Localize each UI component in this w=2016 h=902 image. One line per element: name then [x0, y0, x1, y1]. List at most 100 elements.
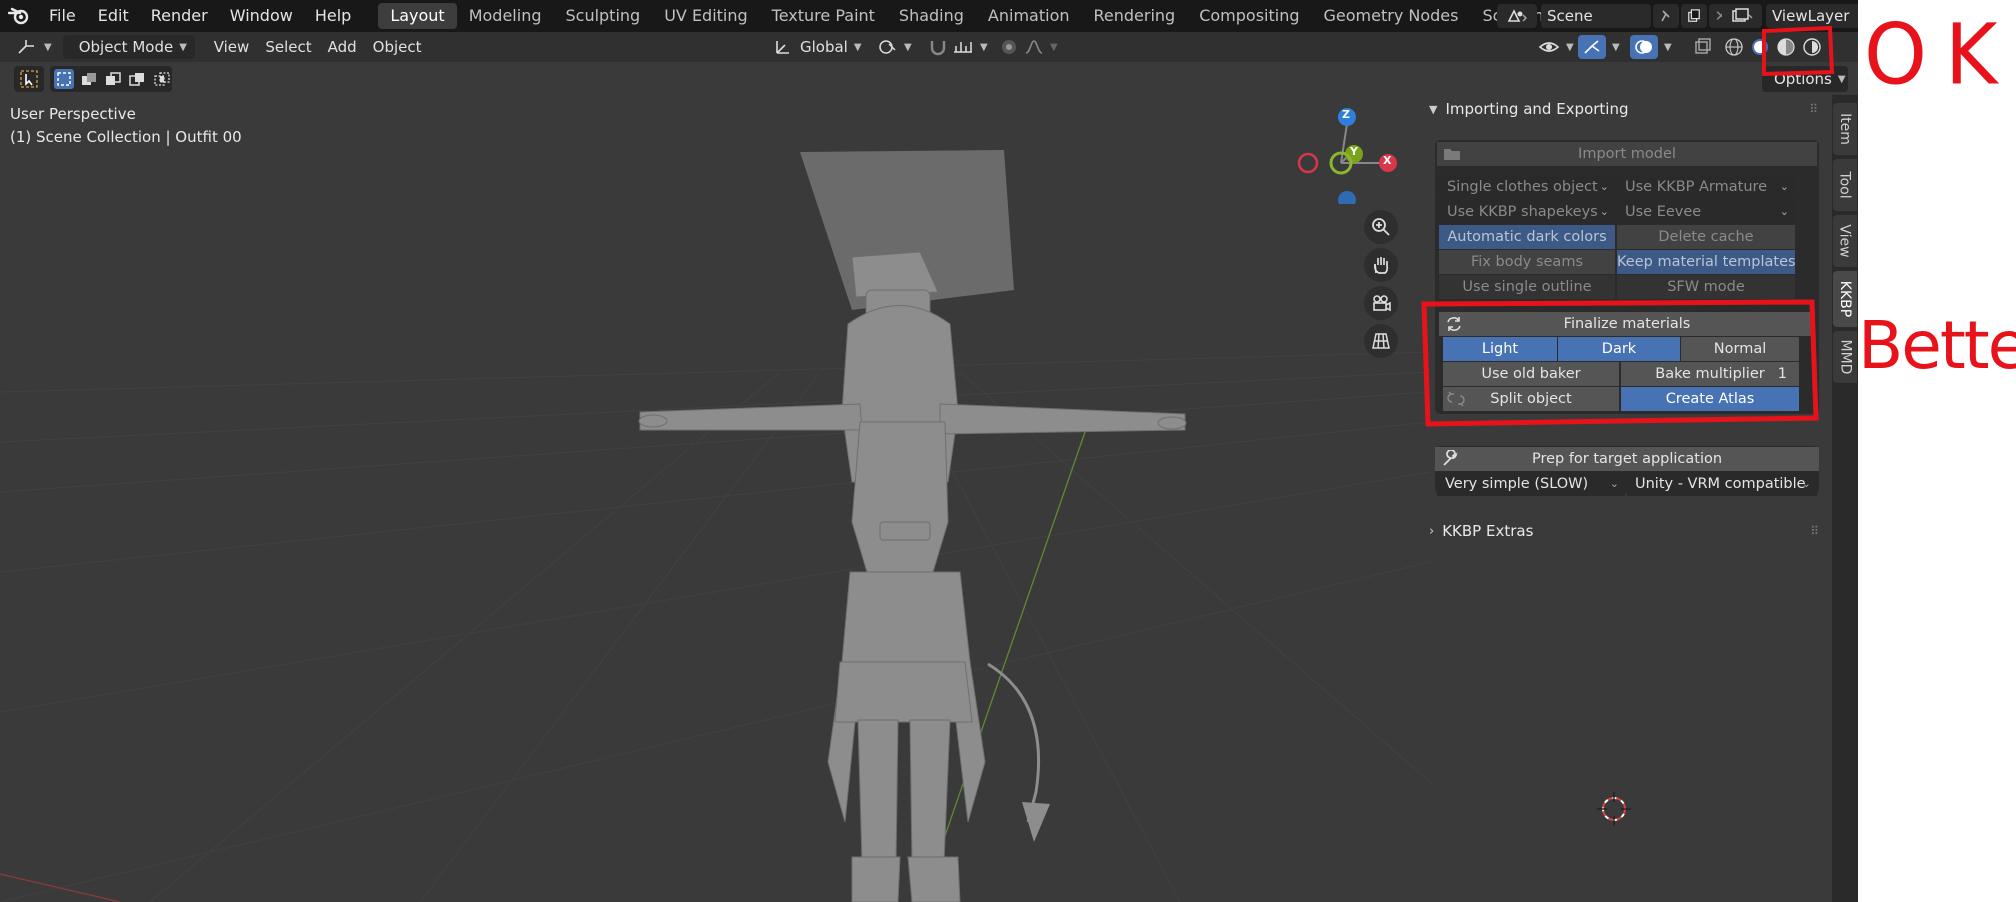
delete-cache-toggle[interactable]: Delete cache — [1617, 225, 1795, 249]
tab-rendering[interactable]: Rendering — [1082, 3, 1188, 29]
pin-icon[interactable] — [1653, 4, 1679, 28]
tab-uv-editing[interactable]: UV Editing — [652, 3, 759, 29]
shading-wireframe[interactable] — [1720, 35, 1748, 59]
overlays-dropdown[interactable]: ▼ — [1660, 35, 1676, 59]
sidebar-panel: ▼ Importing and Exporting ⠿ Import model… — [1425, 95, 1831, 902]
menu-view[interactable]: View — [206, 35, 258, 59]
finalize-materials-label: Finalize materials — [1563, 316, 1691, 332]
viewport-header: ▼ Object Mode ▼ View Select Add Object G… — [0, 32, 1858, 62]
menu-add[interactable]: Add — [320, 35, 365, 59]
tab-mmd[interactable]: MMD — [1833, 331, 1857, 383]
editor-type-button[interactable]: ▼ — [8, 35, 60, 59]
use-single-outline-toggle[interactable]: Use single outline — [1439, 275, 1615, 299]
import-model-label: Import model — [1578, 146, 1676, 162]
select-new-icon[interactable] — [54, 69, 75, 89]
tab-tool[interactable]: Tool — [1833, 159, 1857, 211]
refresh-icon — [1447, 317, 1461, 331]
use-eevee-dropdown[interactable]: Use Eevee ⌄ — [1617, 200, 1795, 224]
gizmo-toggle[interactable] — [1578, 35, 1606, 59]
tab-compositing[interactable]: Compositing — [1187, 3, 1311, 29]
xray-toggle[interactable] — [1690, 35, 1716, 59]
shading-material-preview[interactable] — [1772, 35, 1800, 59]
mode-dropdown[interactable]: Object Mode ▼ — [62, 35, 195, 59]
prep-mode-dropdown[interactable]: Very simple (SLOW) ⌄ — [1437, 472, 1625, 496]
mode-label: Object Mode — [78, 38, 174, 56]
overlays-toggle[interactable] — [1630, 35, 1658, 59]
menu-window[interactable]: Window — [219, 0, 304, 32]
tab-item[interactable]: Item — [1833, 103, 1857, 155]
snap-target-dropdown[interactable]: ▼ — [944, 35, 996, 59]
pivot-dropdown[interactable]: ▼ — [870, 35, 920, 59]
visibility-dropdown[interactable]: ▼ — [1530, 35, 1582, 59]
projection-toggle-button[interactable] — [1364, 324, 1398, 358]
select-invert-icon[interactable] — [127, 69, 147, 89]
use-kkbp-shapekeys-dropdown[interactable]: Use KKBP shapekeys ⌄ — [1439, 200, 1615, 224]
shading-rendered[interactable] — [1798, 35, 1826, 59]
create-atlas-button[interactable]: Create Atlas — [1621, 387, 1799, 411]
tab-kkbp[interactable]: KKBP — [1833, 271, 1857, 327]
tab-animation[interactable]: Animation — [976, 3, 1082, 29]
target-application-dropdown[interactable]: Unity - VRM compatible ⌄ — [1627, 472, 1817, 496]
use-kkbp-armature-label: Use KKBP Armature — [1625, 179, 1768, 195]
viewlayer-browse-button[interactable] — [1722, 4, 1762, 28]
select-tool-button[interactable] — [14, 66, 44, 92]
blender-logo-icon[interactable] — [0, 0, 38, 32]
rendered-sphere-icon — [1803, 38, 1821, 56]
light-toggle[interactable]: Light — [1443, 337, 1557, 361]
importing-exporting-header[interactable]: ▼ Importing and Exporting ⠿ — [1429, 95, 1829, 123]
sidebar-tabs: Item Tool View KKBP MMD — [1832, 95, 1858, 902]
transform-orientation-dropdown[interactable]: Global ▼ — [766, 35, 870, 59]
dark-toggle[interactable]: Dark — [1558, 337, 1680, 361]
drag-handle-icon[interactable]: ⠿ — [1810, 524, 1819, 538]
viewlayer-name-field[interactable]: ViewLayer — [1766, 4, 1858, 28]
tab-modeling[interactable]: Modeling — [457, 3, 554, 29]
tab-geometry-nodes[interactable]: Geometry Nodes — [1312, 3, 1471, 29]
automatic-dark-colors-toggle[interactable]: Automatic dark colors — [1439, 225, 1615, 249]
camera-view-button[interactable] — [1364, 286, 1398, 320]
finalize-materials-button[interactable]: Finalize materials — [1439, 312, 1815, 336]
use-kkbp-armature-dropdown[interactable]: Use KKBP Armature ⌄ — [1617, 175, 1795, 199]
gizmo-dropdown[interactable]: ▼ — [1608, 35, 1624, 59]
grid-icon — [1372, 333, 1390, 349]
tab-texture-paint[interactable]: Texture Paint — [760, 3, 887, 29]
tab-layout[interactable]: Layout — [378, 3, 457, 29]
tab-shading[interactable]: Shading — [887, 3, 976, 29]
new-scene-icon[interactable] — [1681, 4, 1707, 28]
keep-material-templates-toggle[interactable]: Keep material templates — [1617, 250, 1795, 274]
single-clothes-object-dropdown[interactable]: Single clothes object ⌄ — [1439, 175, 1615, 199]
prep-target-button[interactable]: Prep for target application — [1435, 447, 1819, 471]
fix-body-seams-toggle[interactable]: Fix body seams — [1439, 250, 1615, 274]
snap-increment-icon — [954, 42, 972, 53]
use-old-baker-toggle[interactable]: Use old baker — [1443, 362, 1619, 386]
tab-view[interactable]: View — [1833, 215, 1857, 267]
menu-help[interactable]: Help — [304, 0, 362, 32]
menu-edit[interactable]: Edit — [87, 0, 140, 32]
scene-name-field[interactable]: Scene — [1541, 4, 1651, 28]
select-intersect-icon[interactable] — [152, 69, 172, 89]
bake-multiplier-field[interactable]: Bake multiplier 1 — [1621, 362, 1799, 386]
menu-object[interactable]: Object — [365, 35, 430, 59]
menu-file[interactable]: File — [38, 0, 87, 32]
tab-sculpting[interactable]: Sculpting — [553, 3, 652, 29]
pan-button[interactable] — [1364, 248, 1398, 282]
sfw-mode-toggle[interactable]: SFW mode — [1617, 275, 1795, 299]
falloff-dropdown[interactable]: ▼ — [1016, 35, 1066, 59]
solid-sphere-icon — [1752, 39, 1768, 55]
select-subtract-icon[interactable] — [103, 69, 123, 89]
kkbp-extras-header[interactable]: › KKBP Extras ⠿ — [1429, 517, 1829, 545]
menu-select[interactable]: Select — [257, 35, 319, 59]
menu-render[interactable]: Render — [140, 0, 219, 32]
options-dropdown[interactable]: Options ▼ — [1762, 66, 1848, 92]
shading-solid[interactable] — [1746, 35, 1774, 59]
split-object-button[interactable]: Split object — [1443, 387, 1619, 411]
scene-browse-button[interactable] — [1497, 4, 1537, 28]
normal-toggle[interactable]: Normal — [1681, 337, 1799, 361]
zoom-button[interactable] — [1364, 210, 1398, 244]
navigation-gizmo[interactable]: Z X Y — [1292, 104, 1398, 204]
import-model-button[interactable]: Import model — [1437, 142, 1817, 166]
drag-handle-icon[interactable]: ⠿ — [1809, 102, 1819, 116]
cursor-select-icon — [20, 70, 38, 88]
kkbp-extras-title: KKBP Extras — [1442, 522, 1534, 540]
image-icon — [1732, 8, 1753, 22]
select-extend-icon[interactable] — [78, 69, 98, 89]
